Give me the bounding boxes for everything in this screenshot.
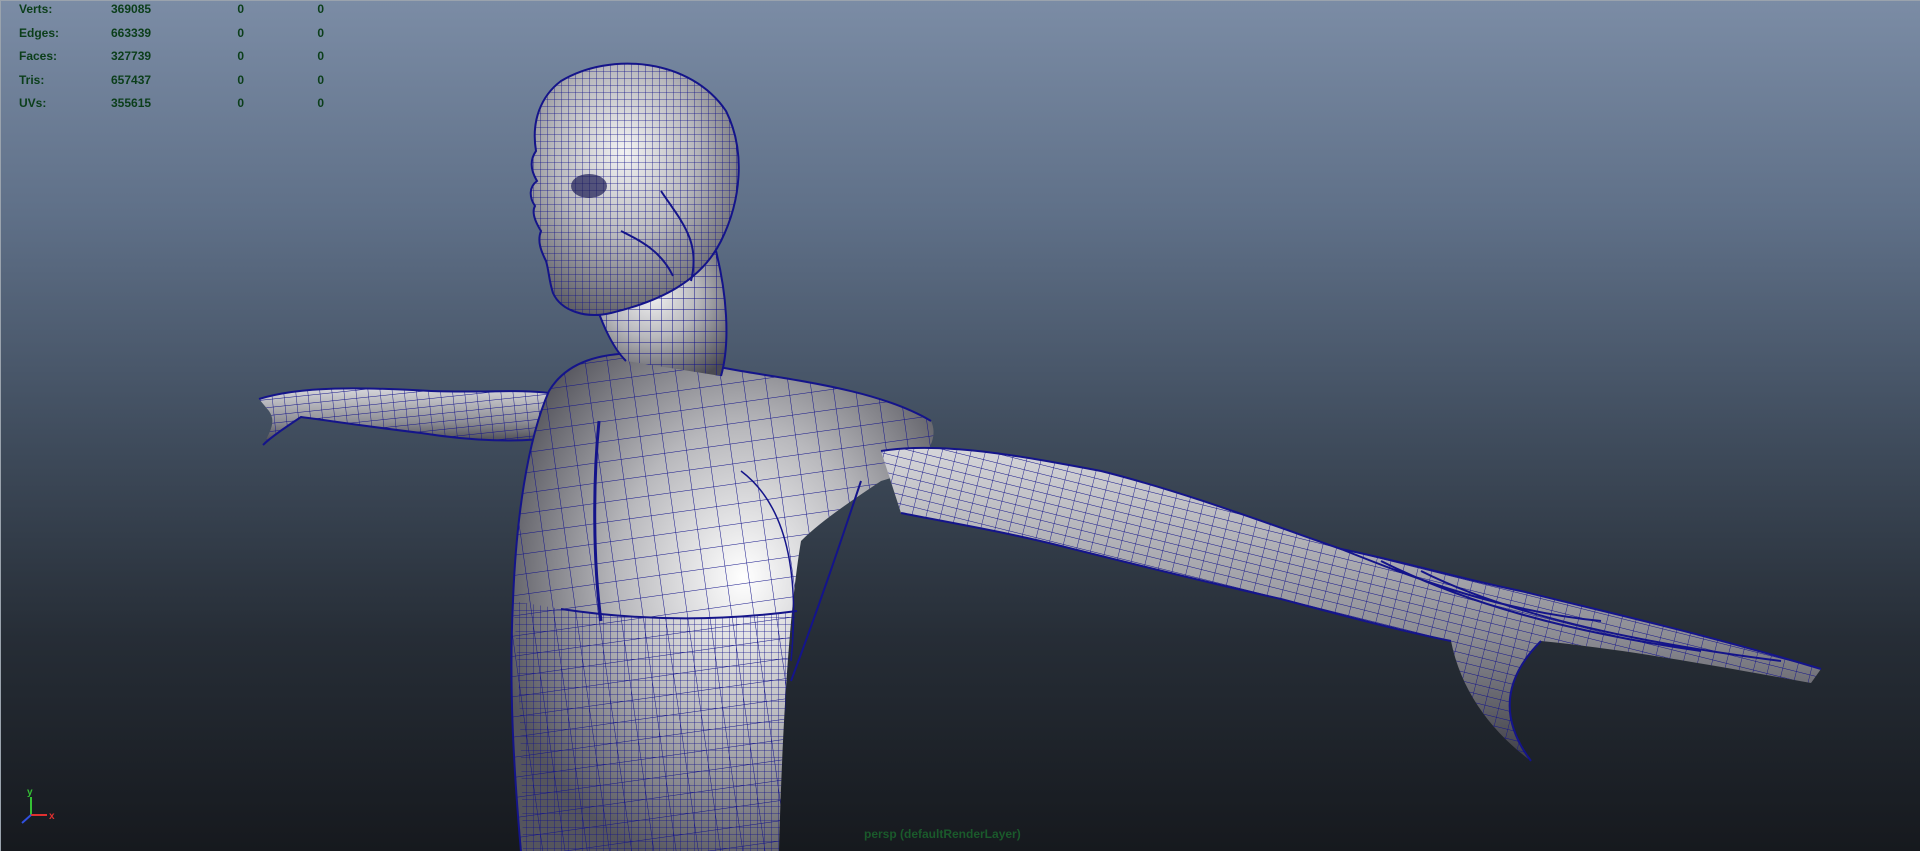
left-arm-mesh (258, 387, 559, 446)
axis-y-label: y (27, 787, 33, 798)
torso-mesh (510, 351, 934, 851)
camera-name-label: persp (defaultRenderLayer) (864, 827, 1021, 841)
right-arm-mesh (880, 446, 1822, 762)
anatomy-mesh-model[interactable] (1, 1, 1920, 851)
axis-gizmo-icon: y x (21, 787, 55, 824)
3d-viewport[interactable]: Verts: 369085 0 0 Edges: 663339 0 0 Face… (0, 0, 1920, 851)
axis-x-label: x (49, 811, 55, 822)
